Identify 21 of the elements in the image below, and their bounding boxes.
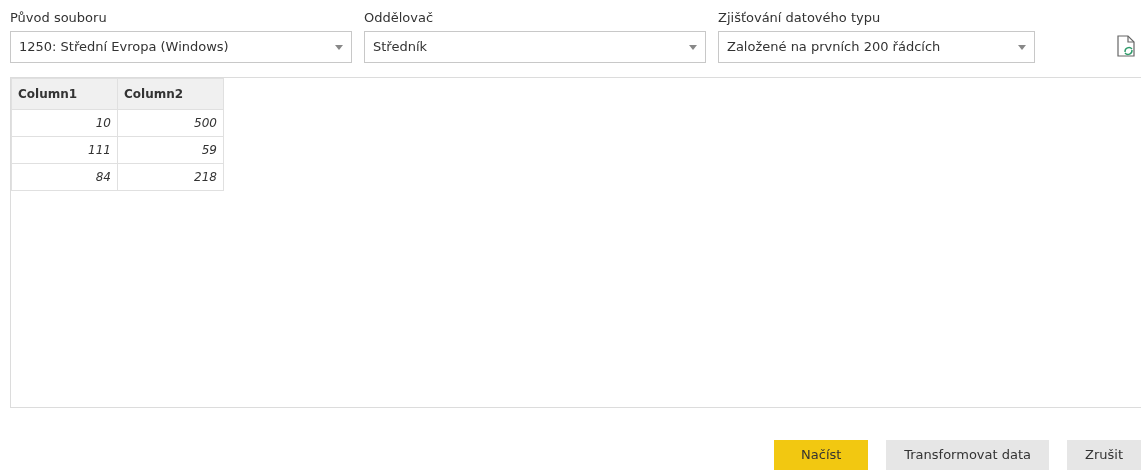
dialog-button[interactable]: Načíst — [774, 440, 869, 470]
table-cell: 84 — [11, 163, 118, 191]
dialog-button[interactable]: Transformovat data — [886, 440, 1049, 470]
caret-icon — [1018, 44, 1026, 50]
caret-icon — [335, 44, 343, 50]
dialog-button[interactable]: Zrušit — [1067, 440, 1141, 470]
field-label: Zjišťování datového typu — [718, 9, 882, 27]
dropdown[interactable]: 1250: Střední Evropa (Windows) — [10, 31, 352, 63]
table-cell: 218 — [117, 163, 224, 191]
caret-icon — [689, 44, 697, 50]
table-cell: 10 — [11, 109, 118, 137]
field-label: Oddělovač — [364, 9, 435, 27]
table-cell: 59 — [117, 136, 224, 164]
dropdown[interactable]: Středník — [364, 31, 706, 63]
dropdown[interactable]: Založené na prvních 200 řádcích — [718, 31, 1035, 63]
column-header: Column1 — [11, 78, 118, 110]
table-cell: 111 — [11, 136, 118, 164]
field-label: Původ souboru — [10, 9, 108, 27]
column-header: Column2 — [117, 78, 224, 110]
file-refresh-icon[interactable] — [1117, 35, 1135, 57]
table-cell: 500 — [117, 109, 224, 137]
